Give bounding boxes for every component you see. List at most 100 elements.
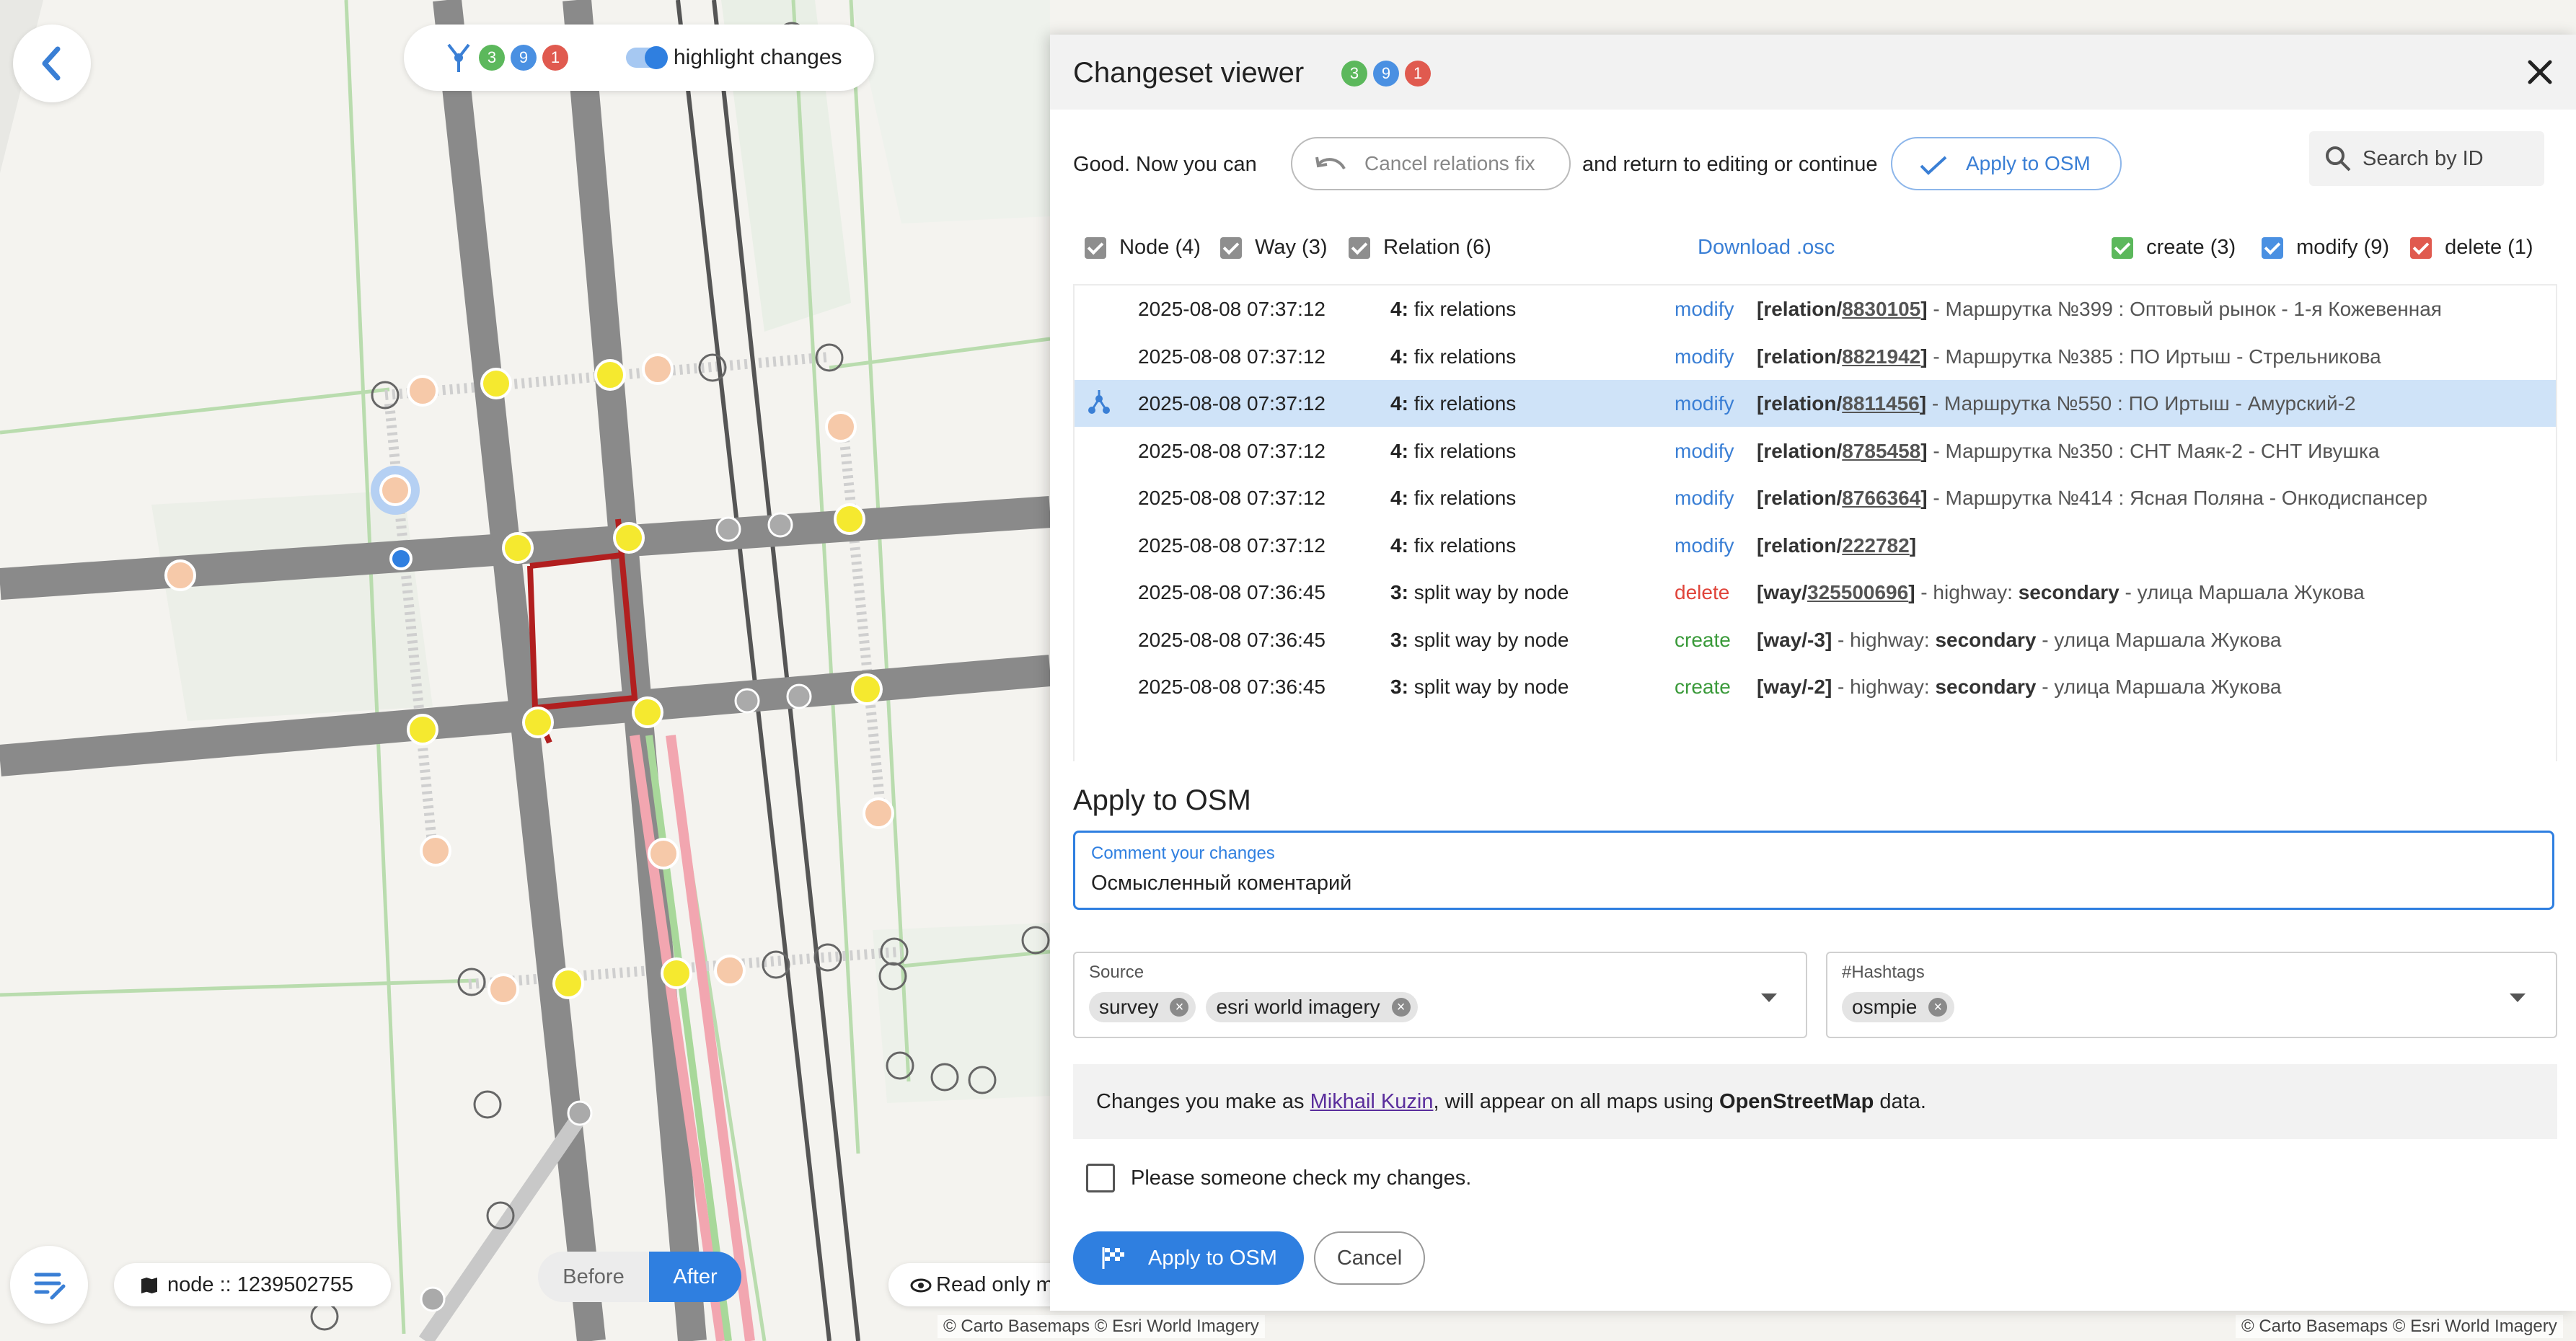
changes-list: 2025-08-08 07:37:12 4: fix relations modif… xyxy=(1073,284,2557,761)
ref-type: relation/ xyxy=(1763,298,1843,320)
change-ref[interactable]: [relation/8785458] xyxy=(1757,440,1928,462)
comment-input[interactable]: Осмысленный коментарий xyxy=(1091,869,1351,898)
way-checkbox[interactable] xyxy=(1220,237,1242,260)
change-time: 2025-08-08 07:37:12 xyxy=(1138,298,1326,320)
change-ref[interactable]: [relation/8766364] xyxy=(1757,487,1928,509)
change-row[interactable]: 2025-08-08 07:37:12 4: fix relations modif… xyxy=(1075,474,2556,521)
change-step: 4: xyxy=(1390,439,1408,462)
edit-list-button[interactable] xyxy=(10,1246,88,1324)
comment-field[interactable]: Comment your changes Осмысленный комента… xyxy=(1073,831,2554,910)
change-row[interactable]: 2025-08-08 07:37:12 4: fix relations modif… xyxy=(1075,333,2556,380)
change-description: [way/-2] - highway: secondary - улица Ма… xyxy=(1757,663,2281,710)
change-row[interactable]: 2025-08-08 07:36:45 3: split way by node c… xyxy=(1075,616,2556,663)
modify-checkbox[interactable] xyxy=(2262,237,2283,260)
change-op: create xyxy=(1675,676,1731,698)
create-filter[interactable]: create (3) xyxy=(2112,229,2236,265)
tag-chip-label: esri world imagery xyxy=(1216,996,1380,1018)
notice-user-link[interactable]: Mikhail Kuzin xyxy=(1310,1090,1434,1113)
remove-chip-icon[interactable]: × xyxy=(1170,998,1189,1017)
highlight-toggle[interactable] xyxy=(626,46,668,69)
ref-type: relation/ xyxy=(1763,345,1843,368)
change-row[interactable]: 2025-08-08 07:37:12 4: fix relations modif… xyxy=(1075,522,2556,569)
selected-node-chip[interactable]: node :: 1239502755 xyxy=(114,1263,391,1306)
ref-id-link[interactable]: 8811456 xyxy=(1842,392,1919,415)
apply-to-osm-button[interactable]: Apply to OSM xyxy=(1073,1231,1304,1285)
source-select[interactable]: Source survey × esri world imagery × xyxy=(1073,952,1807,1038)
change-suffix-pre: - highway: xyxy=(1915,581,2019,603)
back-button[interactable] xyxy=(13,25,91,102)
ref-type: relation/ xyxy=(1763,392,1843,415)
modify-filter[interactable]: modify (9) xyxy=(2262,229,2389,265)
change-op: modify xyxy=(1675,298,1734,320)
modify-count-badge: 9 xyxy=(1373,61,1399,87)
close-icon[interactable] xyxy=(2526,58,2554,87)
relation-filter[interactable]: Relation (6) xyxy=(1349,229,1491,265)
modify-count-badge: 9 xyxy=(511,45,537,71)
ref-id-link[interactable]: 8785458 xyxy=(1842,440,1920,462)
edit-list-icon xyxy=(34,1273,66,1300)
cancel-button[interactable]: Cancel xyxy=(1314,1231,1425,1285)
change-row[interactable]: 2025-08-08 07:37:12 4: fix relations modif… xyxy=(1075,380,2556,427)
ref-id-link[interactable]: 8766364 xyxy=(1842,487,1920,509)
info-prefix: Good. Now you can xyxy=(1073,153,1257,176)
ref-id-link[interactable]: 325500696 xyxy=(1807,581,1908,603)
tag-chip[interactable]: esri world imagery × xyxy=(1206,992,1418,1022)
eye-icon xyxy=(910,1278,932,1293)
delete-checkbox[interactable] xyxy=(2410,237,2432,260)
ref-id-link[interactable]: 8821942 xyxy=(1842,345,1920,368)
change-row[interactable]: 2025-08-08 07:37:12 4: fix relations modif… xyxy=(1075,428,2556,474)
hashtags-select[interactable]: #Hashtags osmpie × xyxy=(1826,952,2557,1038)
change-action-label: fix relations xyxy=(1413,392,1517,415)
read-only-chip[interactable]: Read only m xyxy=(888,1263,1062,1306)
tag-chip[interactable]: osmpie × xyxy=(1842,992,1955,1022)
change-ref[interactable]: [way/-3] xyxy=(1757,629,1832,651)
source-dropdown-icon[interactable] xyxy=(1761,993,1777,1002)
change-row[interactable]: 2025-08-08 07:36:45 3: split way by node d… xyxy=(1075,569,2556,616)
download-osc-link[interactable]: Download .osc xyxy=(1698,229,1835,265)
change-ref[interactable]: [relation/8811456] xyxy=(1757,392,1926,415)
change-action: 4: fix relations xyxy=(1390,380,1516,427)
change-ref[interactable]: [way/-2] xyxy=(1757,676,1832,698)
ref-id-link[interactable]: 8830105 xyxy=(1842,298,1920,320)
delete-filter[interactable]: delete (1) xyxy=(2410,229,2533,265)
node-filter[interactable]: Node (4) xyxy=(1085,229,1201,265)
change-op: modify xyxy=(1675,392,1734,415)
remove-chip-icon[interactable]: × xyxy=(1391,998,1411,1017)
change-suffix-bold: secondary xyxy=(2018,581,2120,603)
apply-to-osm-top-button[interactable]: Apply to OSM xyxy=(1891,137,2122,190)
change-action-label: fix relations xyxy=(1413,439,1517,462)
before-button[interactable]: Before xyxy=(538,1252,649,1302)
change-row[interactable]: 2025-08-08 07:36:45 3: split way by node c… xyxy=(1075,663,2556,710)
change-suffix: - Маршрутка №399 : Оптовый рынок - 1-я К… xyxy=(1927,298,2442,320)
change-step: 3: xyxy=(1390,628,1408,651)
change-ref[interactable]: [relation/8830105] xyxy=(1757,298,1928,320)
relation-checkbox[interactable] xyxy=(1349,237,1370,260)
change-action: 3: split way by node xyxy=(1390,569,1569,616)
change-time: 2025-08-08 07:37:12 xyxy=(1138,392,1326,415)
cancel-relations-fix-button[interactable]: Cancel relations fix xyxy=(1291,137,1571,190)
after-button[interactable]: After xyxy=(649,1252,741,1302)
change-ref[interactable]: [relation/8821942] xyxy=(1757,345,1928,368)
node-checkbox[interactable] xyxy=(1085,237,1106,260)
change-description: [relation/8821942] - Маршрутка №385 : ПО… xyxy=(1757,333,2381,380)
branch-icon[interactable] xyxy=(443,40,475,75)
delete-filter-label: delete (1) xyxy=(2445,236,2533,259)
change-suffix: - Маршрутка №350 : СНТ Маяк-2 - СНТ Ивуш… xyxy=(1927,439,2380,462)
map-icon xyxy=(141,1278,157,1293)
remove-chip-icon[interactable]: × xyxy=(1928,998,1948,1017)
hashtags-label: #Hashtags xyxy=(1842,962,1925,982)
search-field[interactable]: Search by ID xyxy=(2309,131,2544,186)
change-ref[interactable]: [way/325500696] xyxy=(1757,581,1915,603)
create-checkbox[interactable] xyxy=(2112,237,2133,260)
change-step: 4: xyxy=(1390,298,1408,320)
notice-prefix: Changes you make as xyxy=(1096,1090,1310,1113)
change-description: [relation/8830105] - Маршрутка №399 : Оп… xyxy=(1757,286,2442,332)
review-request-checkbox[interactable] xyxy=(1086,1164,1115,1192)
change-row[interactable]: 2025-08-08 07:37:12 4: fix relations modif… xyxy=(1075,286,2556,332)
ref-id-link[interactable]: 222782 xyxy=(1842,534,1909,557)
change-ref[interactable]: [relation/222782] xyxy=(1757,534,1916,557)
tag-chip[interactable]: survey × xyxy=(1089,992,1196,1022)
change-op: modify xyxy=(1675,345,1734,368)
way-filter[interactable]: Way (3) xyxy=(1220,229,1328,265)
hashtags-dropdown-icon[interactable] xyxy=(2510,993,2526,1002)
